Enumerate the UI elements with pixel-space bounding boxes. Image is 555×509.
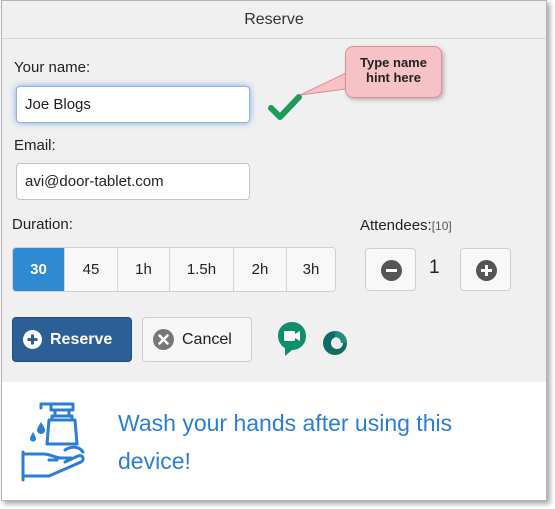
duration-selector: 30 45 1h 1.5h 2h 3h xyxy=(12,247,336,292)
name-label: Your name: xyxy=(14,59,91,76)
attendees-label: Attendees: xyxy=(360,217,432,234)
close-circle-icon xyxy=(153,329,174,350)
attendees-decrement-button[interactable] xyxy=(365,248,416,291)
attendees-increment-button[interactable] xyxy=(460,248,511,291)
cancel-button-label: Cancel xyxy=(182,330,232,348)
duration-label: Duration: xyxy=(12,216,73,233)
hand-wash-icon xyxy=(21,402,85,482)
plus-circle-icon xyxy=(23,330,42,349)
minus-circle-icon xyxy=(381,260,402,281)
dialog-title: Reserve xyxy=(2,1,546,39)
reserve-button[interactable]: Reserve xyxy=(12,317,132,362)
tooltip-pointer xyxy=(300,72,347,96)
reserve-button-label: Reserve xyxy=(50,330,113,348)
office365-icon[interactable] xyxy=(322,330,348,356)
hand-wash-banner: Wash your hands after using this device! xyxy=(2,382,546,500)
attendees-max: [10] xyxy=(431,219,452,233)
google-meet-icon[interactable] xyxy=(277,321,307,357)
hand-wash-message: Wash your hands after using this device! xyxy=(118,404,498,480)
duration-option-1h[interactable]: 1h xyxy=(118,248,170,291)
email-input[interactable] xyxy=(16,163,250,200)
duration-option-1-5h[interactable]: 1.5h xyxy=(170,248,234,291)
hand-wash-message-line-2: device! xyxy=(118,448,191,474)
duration-option-45[interactable]: 45 xyxy=(65,248,118,291)
duration-option-3h[interactable]: 3h xyxy=(287,248,335,291)
name-hint-tooltip: Type name hint here xyxy=(345,46,442,98)
duration-option-2h[interactable]: 2h xyxy=(234,248,287,291)
checkmark-icon xyxy=(268,94,302,120)
plus-circle-icon xyxy=(476,260,497,281)
tooltip-line-2: hint here xyxy=(366,70,421,85)
reserve-dialog: Reserve Your name: Type name hint here E… xyxy=(1,0,547,501)
name-input[interactable] xyxy=(16,86,250,123)
hand-wash-message-line-1: Wash your hands after using this xyxy=(118,410,453,436)
email-label: Email: xyxy=(14,137,56,154)
attendees-count: 1 xyxy=(429,257,440,278)
attendees-label-group: Attendees:[10] xyxy=(360,217,452,234)
duration-option-30[interactable]: 30 xyxy=(13,248,65,291)
cancel-button[interactable]: Cancel xyxy=(142,317,252,362)
tooltip-line-1: Type name xyxy=(360,55,427,70)
